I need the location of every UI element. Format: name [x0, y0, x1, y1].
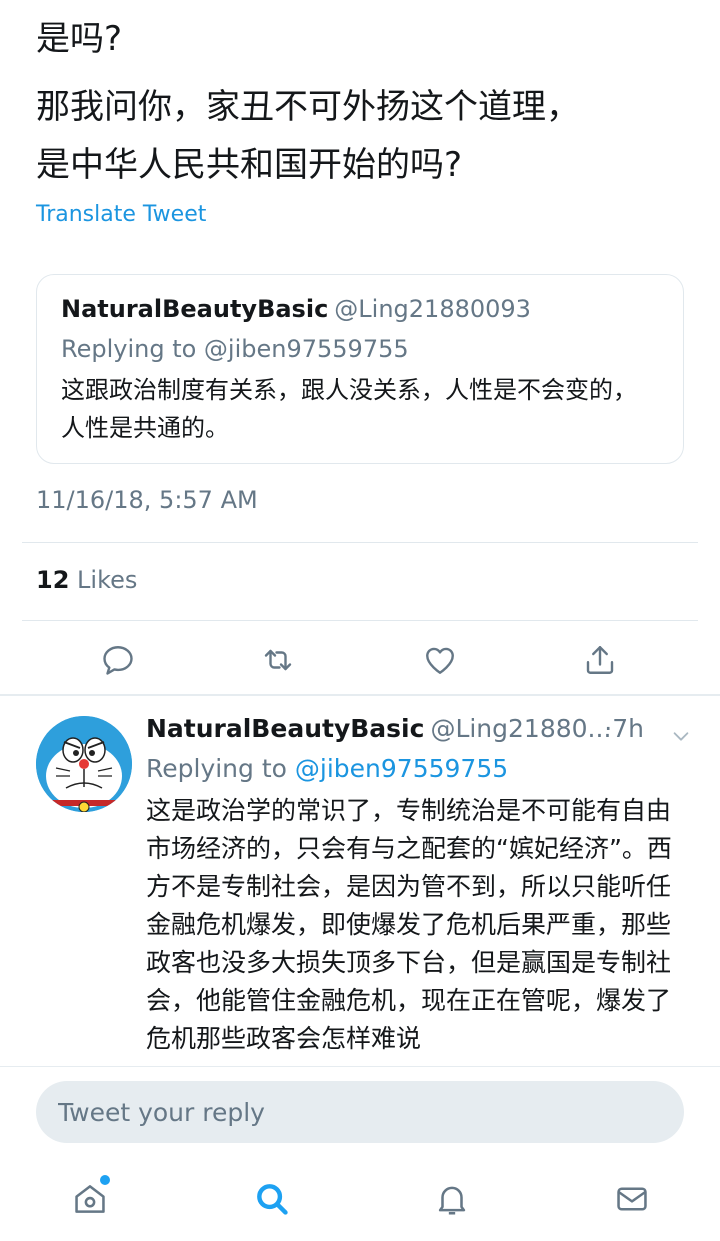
- quoted-replying-to: Replying to @jiben97559755: [61, 335, 409, 363]
- reply-text: 这是政治学的常识了，专制统治是不可能有自由市场经济的，只会有与之配套的“嫔妃经济…: [146, 796, 672, 1053]
- notifications-icon[interactable]: [430, 1177, 474, 1221]
- likes-number: 12: [36, 566, 70, 594]
- tweet-actions: [0, 630, 720, 690]
- tweet-text: 是吗? 那我问你，家丑不可外扬这个道理， 是中华人民共和国开始的吗?: [36, 10, 696, 194]
- tweet-line: 那我问你，家丑不可外扬这个道理，: [36, 87, 580, 127]
- quoted-tweet[interactable]: NaturalBeautyBasic @Ling21880093 Replying…: [36, 274, 684, 464]
- avatar[interactable]: [36, 716, 132, 812]
- reply-bar: [0, 1066, 720, 1241]
- tweet-line: 是吗?: [36, 19, 123, 59]
- divider: [22, 542, 698, 543]
- notification-dot: [100, 1175, 110, 1185]
- replying-prefix: Replying to: [146, 754, 287, 783]
- reply-tweet[interactable]: NaturalBeautyBasic @Ling21880... ·7h Repl…: [0, 700, 720, 1066]
- likes-count[interactable]: 12 Likes: [36, 566, 137, 594]
- likes-label: Likes: [77, 566, 138, 594]
- messages-icon[interactable]: [610, 1177, 654, 1221]
- quoted-text: 这跟政治制度有关系，跟人没关系，人性是不会变的，人性是共通的。: [61, 376, 637, 442]
- tweet-timestamp: 11/16/18, 5:57 AM: [36, 486, 258, 514]
- reply-replying-to: Replying to @jiben97559755: [146, 750, 508, 788]
- reply-author-name[interactable]: NaturalBeautyBasic: [146, 714, 424, 743]
- share-icon[interactable]: [578, 638, 622, 682]
- quoted-author-handle: @Ling21880093: [334, 295, 531, 323]
- replying-handle-link[interactable]: @jiben97559755: [295, 754, 508, 783]
- section-divider: [0, 694, 720, 696]
- search-icon[interactable]: [250, 1177, 294, 1221]
- reply-author-handle: @Ling21880...: [430, 714, 612, 743]
- reply-icon[interactable]: [96, 638, 140, 682]
- chevron-down-icon[interactable]: [670, 720, 692, 742]
- tweet-line: 是中华人民共和国开始的吗?: [36, 145, 463, 185]
- translate-tweet-link[interactable]: Translate Tweet: [36, 202, 206, 227]
- quoted-author-name: NaturalBeautyBasic: [61, 295, 329, 323]
- divider: [22, 620, 698, 621]
- like-icon[interactable]: [418, 638, 462, 682]
- reply-time: ·7h: [604, 714, 644, 743]
- retweet-icon[interactable]: [256, 638, 300, 682]
- reply-input[interactable]: [36, 1081, 684, 1143]
